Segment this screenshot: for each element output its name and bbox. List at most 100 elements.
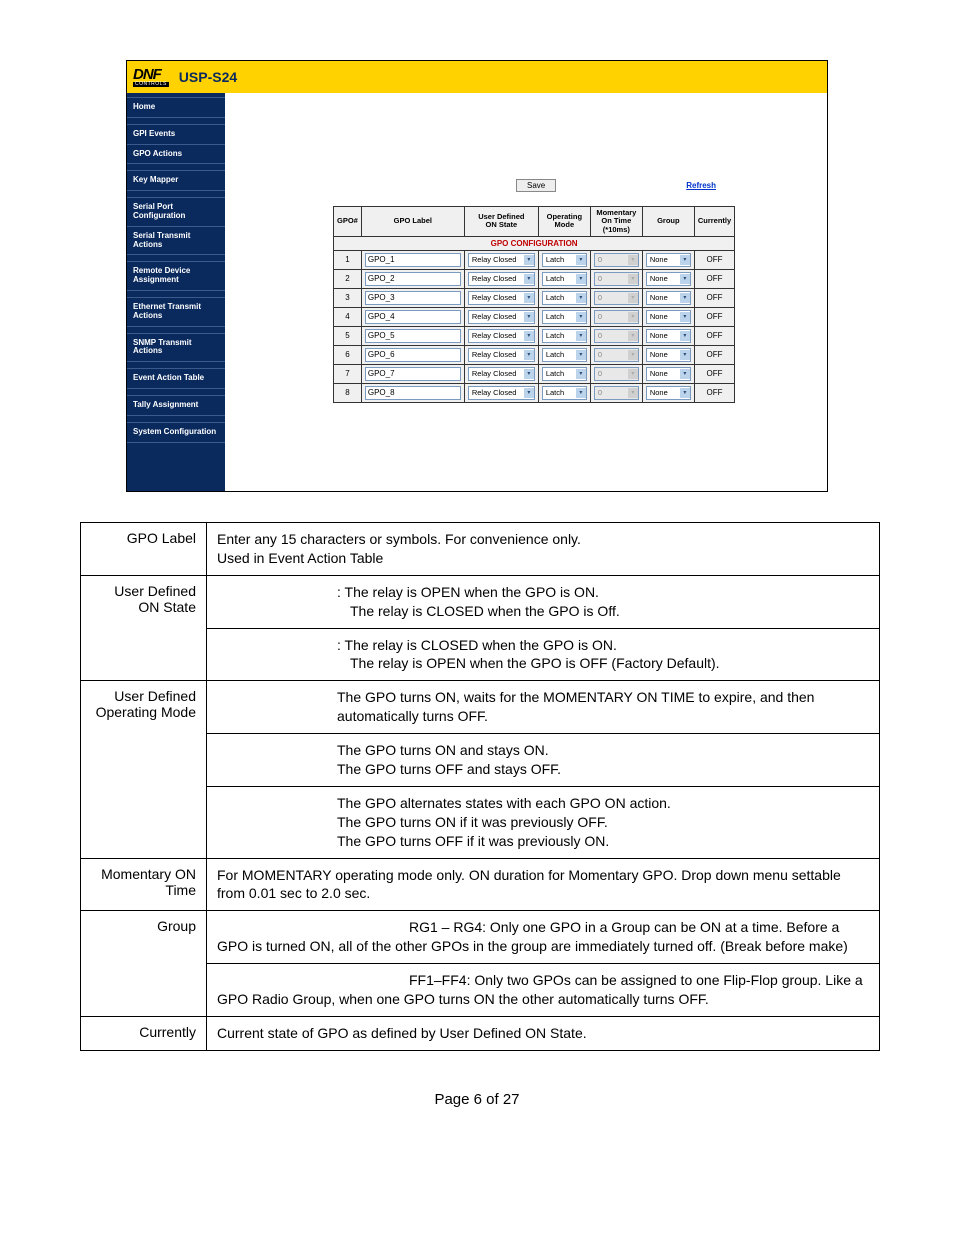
table-row: 4Relay Closed▾Latch▾0▾None▾OFF	[334, 307, 735, 326]
dropdown[interactable]: Relay Closed▾	[468, 386, 535, 400]
dropdown[interactable]: None▾	[646, 348, 691, 362]
gpo-mode-cell: Latch▾	[538, 364, 590, 383]
chevron-down-icon: ▾	[628, 331, 638, 341]
chevron-down-icon: ▾	[576, 274, 586, 284]
sidebar-item[interactable]: System Configuration	[127, 422, 225, 443]
dropdown[interactable]: None▾	[646, 329, 691, 343]
dropdown[interactable]: Latch▾	[542, 367, 587, 381]
desc-label-gpo: GPO Label	[81, 523, 207, 576]
dropdown[interactable]: Latch▾	[542, 253, 587, 267]
sidebar-item[interactable]: SNMP Transmit Actions	[127, 333, 225, 363]
sidebar-item[interactable]: Event Action Table	[127, 368, 225, 389]
gpo-num: 5	[334, 326, 362, 345]
dropdown[interactable]: None▾	[646, 367, 691, 381]
gpo-mode-cell: Latch▾	[538, 269, 590, 288]
gpo-group-cell: None▾	[642, 269, 694, 288]
chevron-down-icon: ▾	[576, 312, 586, 322]
chevron-down-icon: ▾	[680, 369, 690, 379]
gpo-currently: OFF	[694, 383, 734, 402]
table-row: 6Relay Closed▾Latch▾0▾None▾OFF	[334, 345, 735, 364]
gpo-label-input[interactable]	[365, 310, 461, 324]
gpo-state-cell: Relay Closed▾	[464, 326, 538, 345]
desc-label-momentary: Momentary ON Time	[81, 858, 207, 911]
chevron-down-icon: ▾	[628, 388, 638, 398]
desc-body-momentary: For MOMENTARY operating mode only. ON du…	[207, 858, 880, 911]
chevron-down-icon: ▾	[680, 255, 690, 265]
gpo-label-input[interactable]	[365, 348, 461, 362]
sidebar-item[interactable]: Remote Device Assignment	[127, 261, 225, 291]
gpo-label-input[interactable]	[365, 291, 461, 305]
chevron-down-icon: ▾	[680, 350, 690, 360]
gpo-label-input[interactable]	[365, 386, 461, 400]
dropdown: 0▾	[594, 386, 639, 400]
gpo-label-cell	[361, 326, 464, 345]
gpo-currently: OFF	[694, 364, 734, 383]
dropdown[interactable]: Latch▾	[542, 291, 587, 305]
sidebar-item[interactable]: Serial Port Configuration	[127, 197, 225, 226]
chevron-down-icon: ▾	[680, 312, 690, 322]
dropdown[interactable]: Relay Closed▾	[468, 272, 535, 286]
chevron-down-icon: ▾	[680, 293, 690, 303]
dropdown: 0▾	[594, 367, 639, 381]
dropdown[interactable]: Latch▾	[542, 348, 587, 362]
save-button[interactable]: Save	[516, 179, 556, 192]
app-window: DNF CONTROLS USP-S24 HomeGPI EventsGPO A…	[126, 60, 828, 492]
gpo-label-input[interactable]	[365, 253, 461, 267]
dropdown[interactable]: Relay Closed▾	[468, 253, 535, 267]
gpo-num: 3	[334, 288, 362, 307]
page-number: Page 6 of 27	[80, 1091, 874, 1108]
dropdown[interactable]: None▾	[646, 272, 691, 286]
gpo-col-header: User DefinedON State	[464, 207, 538, 237]
dropdown[interactable]: Latch▾	[542, 310, 587, 324]
dropdown[interactable]: Latch▾	[542, 329, 587, 343]
desc-label-group: Group	[81, 911, 207, 964]
dropdown[interactable]: Relay Closed▾	[468, 348, 535, 362]
table-row: 5Relay Closed▾Latch▾0▾None▾OFF	[334, 326, 735, 345]
dropdown[interactable]: None▾	[646, 310, 691, 324]
gpo-group-cell: None▾	[642, 326, 694, 345]
dropdown[interactable]: Relay Closed▾	[468, 291, 535, 305]
gpo-num: 1	[334, 250, 362, 269]
dropdown[interactable]: Latch▾	[542, 272, 587, 286]
dropdown[interactable]: None▾	[646, 291, 691, 305]
gpo-label-cell	[361, 345, 464, 364]
gpo-label-input[interactable]	[365, 367, 461, 381]
sidebar-item[interactable]: Tally Assignment	[127, 395, 225, 416]
sidebar-item[interactable]: Key Mapper	[127, 170, 225, 191]
desc-body-opmode-1: The GPO turns ON, waits for the MOMENTAR…	[207, 681, 880, 734]
gpo-label-input[interactable]	[365, 272, 461, 286]
gpo-group-cell: None▾	[642, 383, 694, 402]
gpo-state-cell: Relay Closed▾	[464, 269, 538, 288]
gpo-label-input[interactable]	[365, 329, 461, 343]
table-row: 7Relay Closed▾Latch▾0▾None▾OFF	[334, 364, 735, 383]
gpo-time-cell: 0▾	[590, 364, 642, 383]
gpo-mode-cell: Latch▾	[538, 383, 590, 402]
desc-body-onstate-2: : The relay is CLOSED when the GPO is ON…	[207, 628, 880, 681]
gpo-col-header: MomentaryOn Time(*10ms)	[590, 207, 642, 237]
dropdown[interactable]: Latch▾	[542, 386, 587, 400]
gpo-col-header: OperatingMode	[538, 207, 590, 237]
sidebar-item[interactable]: GPI Events	[127, 124, 225, 144]
table-row: 8Relay Closed▾Latch▾0▾None▾OFF	[334, 383, 735, 402]
sidebar-item[interactable]: Home	[127, 97, 225, 118]
sidebar-item[interactable]: GPO Actions	[127, 144, 225, 165]
dropdown[interactable]: Relay Closed▾	[468, 310, 535, 324]
dropdown[interactable]: Relay Closed▾	[468, 367, 535, 381]
dropdown[interactable]: None▾	[646, 386, 691, 400]
model-name: USP-S24	[179, 69, 237, 85]
refresh-link[interactable]: Refresh	[686, 181, 716, 190]
gpo-time-cell: 0▾	[590, 307, 642, 326]
gpo-config-table: GPO CONFIGURATION GPO#GPO LabelUser Defi…	[333, 206, 735, 403]
gpo-num: 4	[334, 307, 362, 326]
sidebar-item[interactable]: Serial Transmit Actions	[127, 226, 225, 256]
chevron-down-icon: ▾	[524, 274, 534, 284]
dropdown[interactable]: None▾	[646, 253, 691, 267]
gpo-label-cell	[361, 383, 464, 402]
dropdown: 0▾	[594, 348, 639, 362]
table-row: 3Relay Closed▾Latch▾0▾None▾OFF	[334, 288, 735, 307]
gpo-label-cell	[361, 307, 464, 326]
gpo-mode-cell: Latch▾	[538, 250, 590, 269]
sidebar-item[interactable]: Ethernet Transmit Actions	[127, 297, 225, 327]
gpo-label-cell	[361, 288, 464, 307]
dropdown[interactable]: Relay Closed▾	[468, 329, 535, 343]
